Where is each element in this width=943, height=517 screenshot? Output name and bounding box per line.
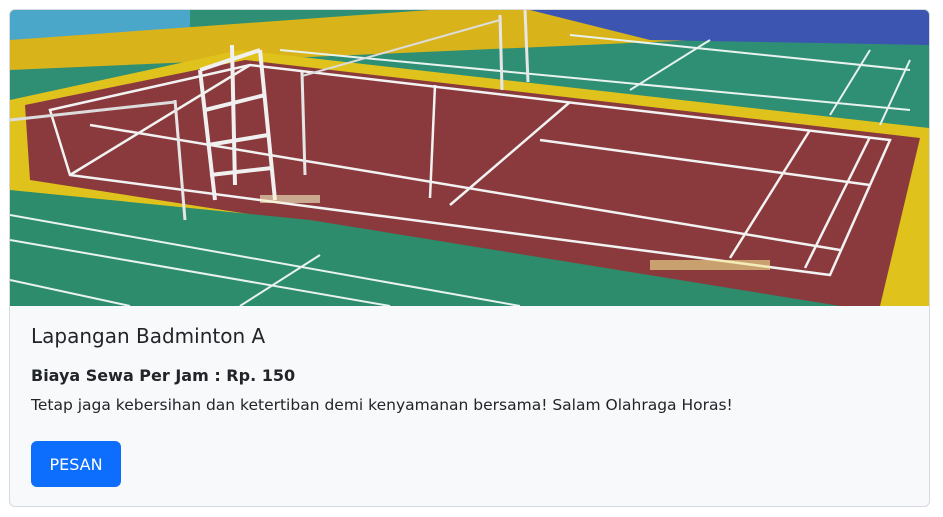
court-title: Lapangan Badminton A — [31, 324, 266, 348]
book-button[interactable]: PESAN — [31, 441, 121, 487]
court-image — [10, 10, 929, 306]
card-body: Lapangan Badminton A Biaya Sewa Per Jam … — [10, 306, 929, 506]
rental-price: Biaya Sewa Per Jam : Rp. 150 — [31, 366, 296, 385]
court-card: Lapangan Badminton A Biaya Sewa Per Jam … — [9, 9, 930, 507]
court-description: Tetap jaga kebersihan dan ketertiban dem… — [31, 396, 733, 414]
